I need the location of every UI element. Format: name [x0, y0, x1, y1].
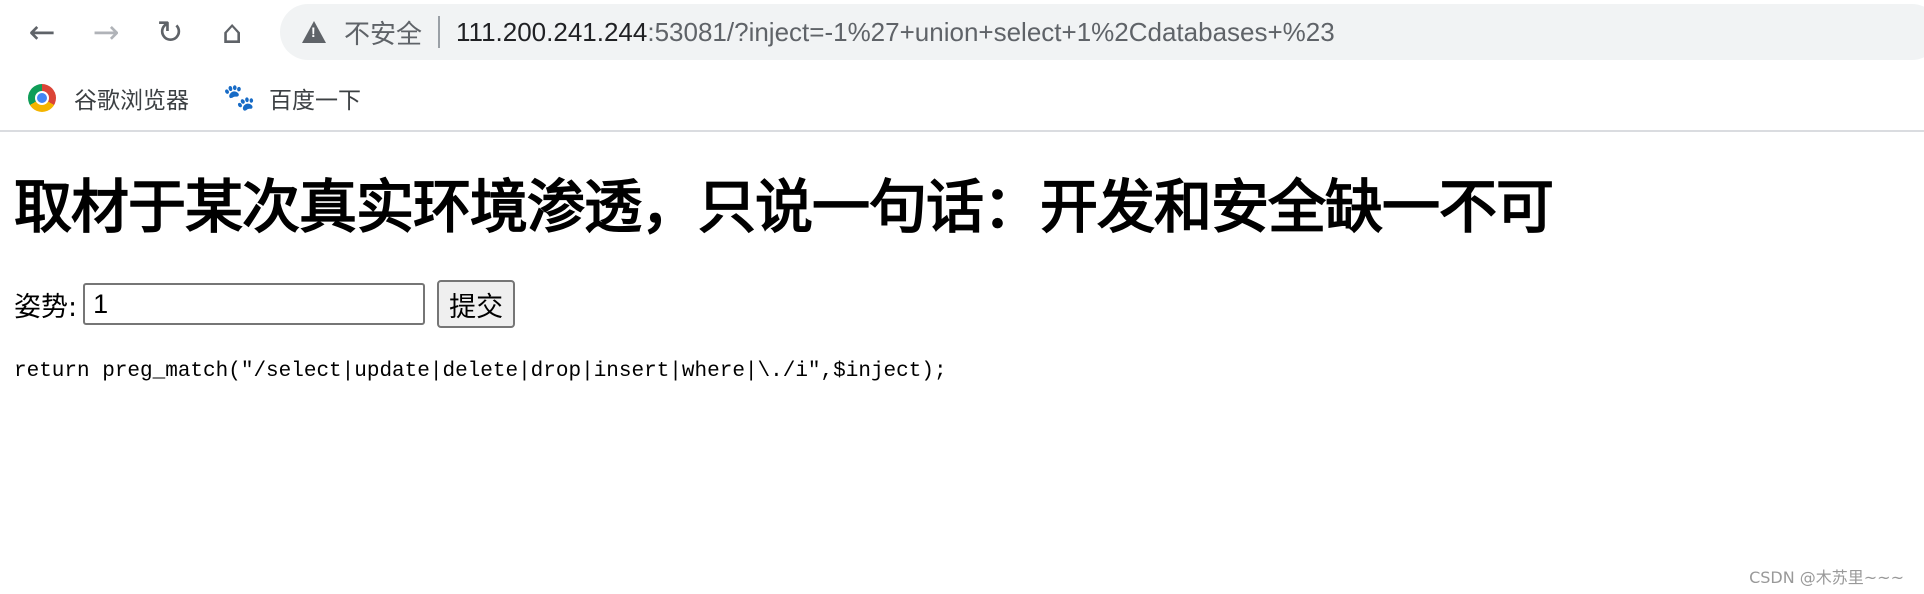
- page-title: 取材于某次真实环境渗透，只说一句话：开发和安全缺一不可: [14, 173, 1554, 241]
- arrow-left-icon: ←: [28, 13, 56, 51]
- warning-icon[interactable]: [302, 21, 326, 43]
- bookmark-label: 谷歌浏览器: [74, 88, 189, 114]
- browser-toolbar: ← → ↻ ⌂ 不安全 111.200.241.244:53081/?injec…: [0, 0, 1924, 66]
- reload-button[interactable]: ↻: [150, 12, 190, 52]
- bookmark-label: 百度一下: [269, 88, 361, 114]
- forward-button[interactable]: →: [86, 12, 126, 52]
- inject-input[interactable]: [83, 283, 426, 325]
- submit-button[interactable]: 提交: [437, 280, 516, 328]
- inject-form: 姿势: 提交: [14, 280, 516, 328]
- url-host: 111.200.241.244: [456, 16, 648, 47]
- chrome-icon: [28, 84, 56, 112]
- watermark: CSDN @木苏里~~~: [1749, 568, 1904, 587]
- bookmarks-bar: 谷歌浏览器 🐾 百度一下: [0, 66, 1924, 132]
- baidu-paw-icon: 🐾: [223, 83, 256, 113]
- arrow-right-icon: →: [92, 13, 120, 51]
- input-label: 姿势:: [14, 291, 78, 323]
- url-path: :53081/?inject=-1%27+union+select+1%2Cda…: [647, 16, 1335, 47]
- back-button[interactable]: ←: [22, 12, 62, 52]
- security-label[interactable]: 不安全: [344, 14, 422, 51]
- home-button[interactable]: ⌂: [212, 12, 252, 52]
- divider: [438, 16, 441, 48]
- reload-icon: ↻: [156, 13, 184, 51]
- bookmark-baidu[interactable]: 🐾 百度一下: [223, 81, 361, 115]
- address-bar[interactable]: 不安全 111.200.241.244:53081/?inject=-1%27+…: [280, 4, 1924, 60]
- bookmark-chrome[interactable]: 谷歌浏览器: [28, 81, 189, 115]
- home-icon: ⌂: [221, 13, 243, 51]
- source-code-line: return preg_match("/select|update|delete…: [14, 360, 947, 383]
